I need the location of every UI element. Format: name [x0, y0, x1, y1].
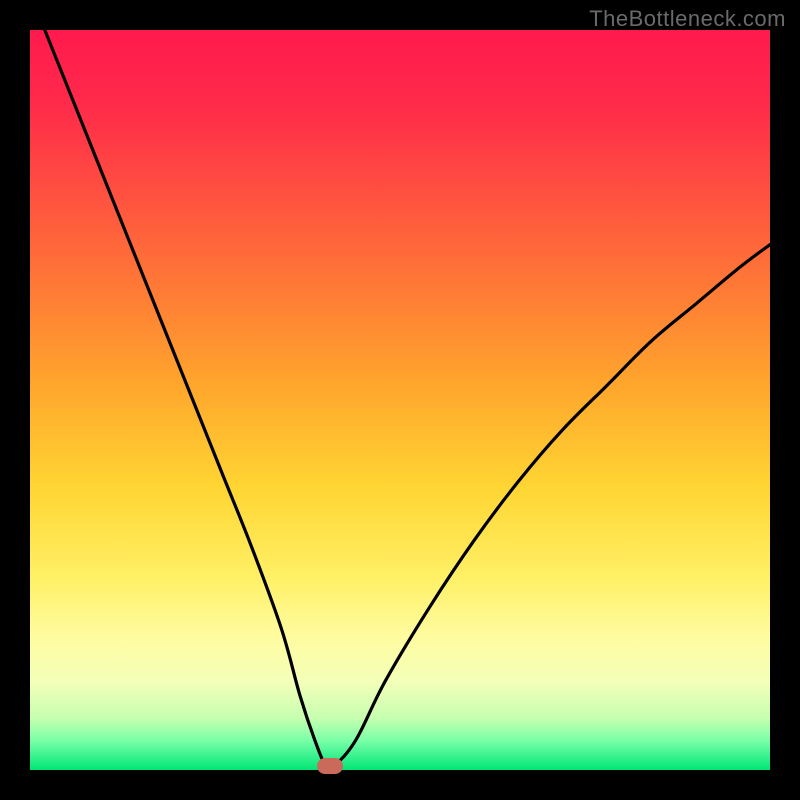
curve-svg [30, 30, 770, 770]
optimum-marker [317, 758, 343, 774]
bottleneck-curve-path [45, 30, 770, 770]
watermark-text: TheBottleneck.com [589, 6, 786, 32]
chart-frame: TheBottleneck.com [0, 0, 800, 800]
plot-area [30, 30, 770, 770]
